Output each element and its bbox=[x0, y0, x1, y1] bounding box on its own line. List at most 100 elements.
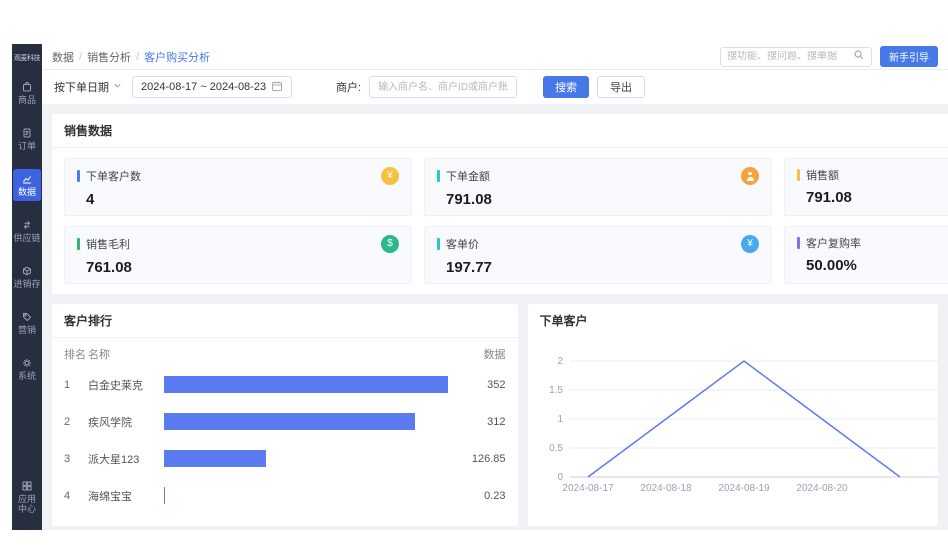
card-title: 客户排行 bbox=[52, 304, 518, 338]
bar-track bbox=[164, 376, 448, 393]
metrics-grid: 下单客户数 ¥ 4 下单金额 791.08 销售额 791.08 销售毛利 $ 76… bbox=[52, 148, 948, 294]
sales-data-card: 销售数据 下单客户数 ¥ 4 下单金额 791.08 销售额 791.08 bbox=[52, 114, 948, 294]
value-cell: 126.85 bbox=[448, 453, 506, 465]
topbar: 数据 / 销售分析 / 客户购买分析 新手引导 bbox=[42, 44, 948, 70]
app-window: 观麦科技 商品 订单 数据 供应链 进销存 营销 系统 bbox=[12, 44, 948, 530]
sidebar-item-system[interactable]: 系统 bbox=[13, 353, 41, 385]
search-icon[interactable] bbox=[853, 49, 865, 64]
supply-chain-icon bbox=[21, 219, 33, 231]
name-cell: 白金史莱克 bbox=[88, 377, 164, 393]
metric-accent bbox=[797, 237, 800, 249]
main-area: 数据 / 销售分析 / 客户购买分析 新手引导 按下单日期 2024-08-17… bbox=[42, 44, 948, 530]
column-header-value: 数据 bbox=[484, 346, 506, 362]
card-title: 销售数据 bbox=[52, 114, 948, 148]
gear-icon bbox=[21, 357, 33, 369]
sidebar: 观麦科技 商品 订单 数据 供应链 进销存 营销 系统 bbox=[12, 44, 42, 530]
sidebar-item-goods[interactable]: 商品 bbox=[13, 77, 41, 109]
metric-label: 销售额 bbox=[806, 167, 839, 183]
breadcrumb-separator: / bbox=[79, 51, 82, 63]
metric-label: 销售毛利 bbox=[86, 236, 130, 252]
metric-label: 下单客户数 bbox=[86, 168, 141, 184]
metric-accent bbox=[437, 238, 440, 250]
order-customers-card: 下单客户 00.511.522024-08-172024-08-182024-0… bbox=[528, 304, 939, 526]
global-search-input[interactable] bbox=[727, 51, 853, 62]
metric-value: 791.08 bbox=[806, 189, 948, 206]
newbie-guide-button[interactable]: 新手引导 bbox=[880, 46, 938, 67]
app-grid-icon bbox=[21, 480, 33, 492]
value-cell: 352 bbox=[448, 379, 506, 391]
calendar-icon bbox=[271, 80, 283, 95]
sidebar-item-data[interactable]: 数据 bbox=[13, 169, 41, 201]
sidebar-item-label: 数据 bbox=[18, 187, 36, 197]
global-search-box[interactable] bbox=[720, 47, 872, 67]
ranking-table-header: 排名 名称 数据 bbox=[52, 338, 518, 366]
metric-tile-sales-amount: 销售额 791.08 bbox=[784, 158, 948, 216]
orders-icon bbox=[21, 127, 33, 139]
metric-label: 客户复购率 bbox=[806, 235, 861, 251]
metric-accent bbox=[77, 170, 80, 182]
breadcrumb-item[interactable]: 销售分析 bbox=[87, 49, 131, 65]
merchant-label: 商户: bbox=[336, 79, 361, 95]
date-range-input[interactable]: 2024-08-17 ~ 2024-08-23 bbox=[132, 76, 292, 98]
metric-value: 197.77 bbox=[446, 259, 759, 276]
metric-tile-repurchase-rate: 客户复购率 50.00% bbox=[784, 226, 948, 284]
metric-accent bbox=[437, 170, 440, 182]
name-cell: 疾风学院 bbox=[88, 414, 164, 430]
rank-cell: 1 bbox=[64, 379, 88, 391]
name-cell: 海绵宝宝 bbox=[88, 488, 164, 504]
sidebar-item-label: 订单 bbox=[18, 141, 36, 151]
metric-accent bbox=[77, 238, 80, 250]
metric-value: 761.08 bbox=[86, 259, 399, 276]
filter-bar: 按下单日期 2024-08-17 ~ 2024-08-23 商户: 搜索 导出 bbox=[42, 70, 948, 104]
metric-label: 下单金额 bbox=[446, 168, 490, 184]
money-circle-icon: $ bbox=[381, 235, 399, 253]
export-button[interactable]: 导出 bbox=[597, 76, 645, 98]
inventory-icon bbox=[21, 265, 33, 277]
marketing-tag-icon bbox=[21, 311, 33, 323]
merchant-search-input[interactable] bbox=[369, 76, 517, 98]
table-row: 2 疾风学院 312 bbox=[52, 403, 518, 440]
sidebar-item-inventory[interactable]: 进销存 bbox=[13, 261, 41, 293]
bar-track bbox=[164, 487, 448, 504]
yen-circle-icon: ¥ bbox=[381, 167, 399, 185]
y-axis-tick-label: 1.5 bbox=[549, 385, 563, 396]
sidebar-item-marketing[interactable]: 营销 bbox=[13, 307, 41, 339]
breadcrumb-current[interactable]: 客户购买分析 bbox=[144, 49, 210, 65]
value-cell: 0.23 bbox=[448, 490, 506, 502]
card-title: 下单客户 bbox=[528, 304, 939, 337]
rank-cell: 4 bbox=[64, 490, 88, 502]
price-circle-icon: ¥ bbox=[741, 235, 759, 253]
y-axis-tick-label: 0.5 bbox=[549, 443, 563, 454]
order-customers-line-chart: 00.511.522024-08-172024-08-182024-08-192… bbox=[540, 339, 939, 495]
metric-label: 客单价 bbox=[446, 236, 479, 252]
chevron-down-icon bbox=[113, 81, 122, 93]
y-axis-tick-label: 1 bbox=[557, 414, 563, 425]
metric-value: 4 bbox=[86, 191, 399, 208]
ranking-bar bbox=[164, 413, 415, 430]
date-type-select[interactable]: 按下单日期 bbox=[52, 79, 124, 95]
sidebar-item-supply-chain[interactable]: 供应链 bbox=[13, 215, 41, 247]
y-axis-tick-label: 2 bbox=[557, 356, 563, 367]
user-circle-icon bbox=[741, 167, 759, 185]
ranking-bar bbox=[164, 376, 448, 393]
metric-tile-gross-profit: 销售毛利 $ 761.08 bbox=[64, 226, 412, 284]
breadcrumb-separator: / bbox=[136, 51, 139, 63]
value-cell: 312 bbox=[448, 416, 506, 428]
chart-icon bbox=[21, 173, 33, 185]
breadcrumb-item[interactable]: 数据 bbox=[52, 49, 74, 65]
brand-logo: 观麦科技 bbox=[14, 53, 40, 63]
sidebar-item-orders[interactable]: 订单 bbox=[13, 123, 41, 155]
metric-accent bbox=[797, 169, 800, 181]
sidebar-item-app-center[interactable]: 应用中心 bbox=[13, 476, 41, 518]
rank-cell: 3 bbox=[64, 453, 88, 465]
content-area: 销售数据 下单客户数 ¥ 4 下单金额 791.08 销售额 791.08 bbox=[42, 104, 948, 530]
sidebar-item-label: 商品 bbox=[18, 95, 36, 105]
column-header-name: 名称 bbox=[88, 346, 164, 362]
goods-icon bbox=[21, 81, 33, 93]
search-button[interactable]: 搜索 bbox=[543, 76, 589, 98]
sidebar-item-label: 供应链 bbox=[13, 233, 40, 243]
name-cell: 派大星123 bbox=[88, 451, 164, 467]
bar-track bbox=[164, 450, 448, 467]
x-axis-tick-label: 2024-08-19 bbox=[718, 483, 770, 494]
y-axis-tick-label: 0 bbox=[557, 472, 563, 483]
